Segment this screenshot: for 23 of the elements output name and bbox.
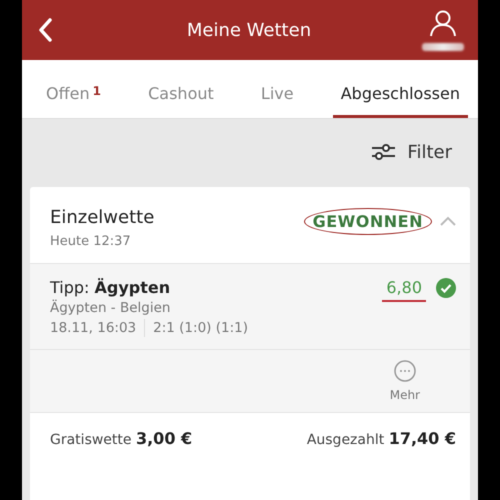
filter-button[interactable]: Filter: [367, 138, 456, 166]
tab-count: 1: [92, 84, 101, 98]
page-title: Meine Wetten: [186, 20, 312, 40]
tab[interactable]: Live: [252, 60, 302, 118]
tab[interactable]: Abgeschlossen: [332, 60, 468, 118]
match-name: Ägypten - Belgien: [50, 300, 172, 316]
sliders-icon: [371, 142, 396, 162]
blurred-username: [422, 43, 464, 51]
tab[interactable]: Offen $^{1}$: [38, 60, 109, 118]
more-button[interactable]: Mehr: [390, 360, 420, 402]
status-label: GEWONNEN: [304, 208, 432, 234]
bet-type: Einzelwette: [50, 207, 154, 228]
more-icon: [394, 360, 416, 382]
tab[interactable]: Cashout: [140, 60, 222, 118]
match-date: 18.11, 16:03: [50, 320, 136, 336]
user-icon[interactable]: [428, 9, 457, 37]
odds-value: 6,80: [382, 278, 426, 302]
back-icon[interactable]: [38, 18, 52, 42]
match-score: 2:1 (1:0) (1:1): [153, 320, 248, 336]
payout-amount: Ausgezahlt 17,40 €: [306, 429, 456, 448]
stake-amount: Gratiswette 3,00 €: [50, 429, 192, 448]
bet-selection: Tipp: Ägypten: [50, 278, 172, 297]
bet-time: Heute 12:37: [50, 234, 132, 249]
